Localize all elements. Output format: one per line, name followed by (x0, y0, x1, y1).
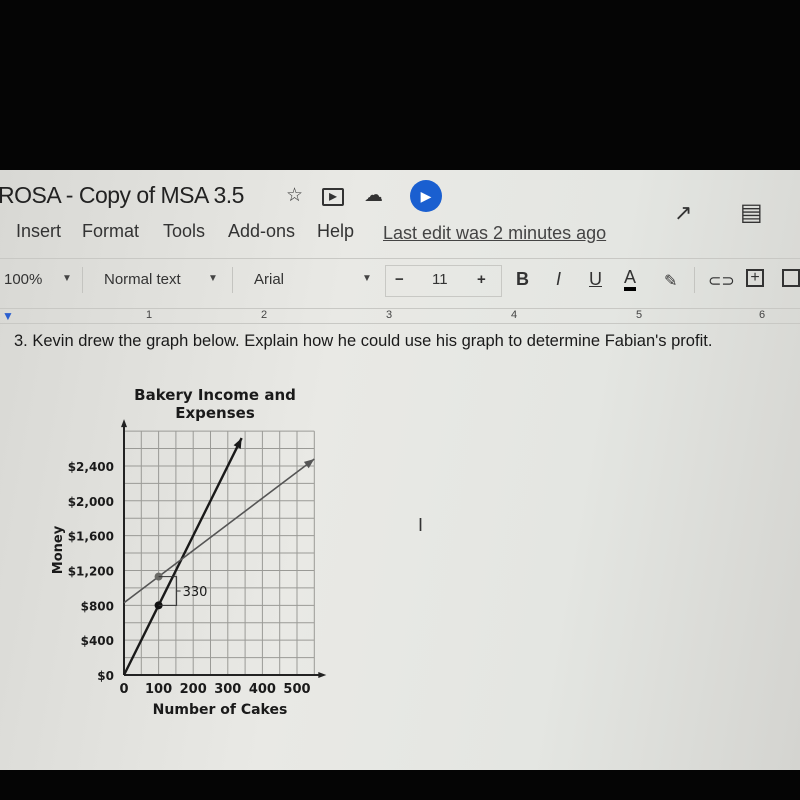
y-tick-label: $400 (81, 634, 114, 648)
bakery-graph: Bakery Income and Expenses Number of Cak… (51, 386, 327, 718)
x-axis-label: Number of Cakes (153, 702, 288, 718)
y-axis-label: Money (51, 525, 66, 574)
difference-label: 330 (183, 585, 208, 600)
x-tick-label: 400 (249, 682, 276, 697)
y-tick-label: $0 (97, 669, 114, 683)
y-axis-arrow-icon (121, 419, 127, 428)
graph-title-line2: Expenses (175, 404, 255, 422)
series-line-2 (123, 458, 315, 604)
screen: ROSA - Copy of MSA 3.5 ☆ ▸ ☁ ▶ ↗ ▤ Inser… (0, 170, 800, 770)
y-tick-label: $2,400 (68, 460, 114, 474)
x-tick-label: 100 (145, 682, 172, 697)
y-tick-label: $2,000 (68, 495, 114, 509)
y-tick-label: $800 (81, 599, 114, 613)
x-tick-label: 500 (283, 682, 310, 697)
x-tick-label: 300 (214, 682, 241, 697)
graph-title-line1: Bakery Income and (134, 386, 296, 404)
x-tick-label: 0 (119, 682, 128, 697)
x-tick-label: 200 (180, 682, 207, 697)
y-tick-label: $1,200 (68, 564, 114, 578)
y-tick-label: $1,600 (68, 530, 114, 544)
x-axis-arrow-icon (318, 672, 327, 678)
series-arrow-icon (233, 438, 242, 449)
